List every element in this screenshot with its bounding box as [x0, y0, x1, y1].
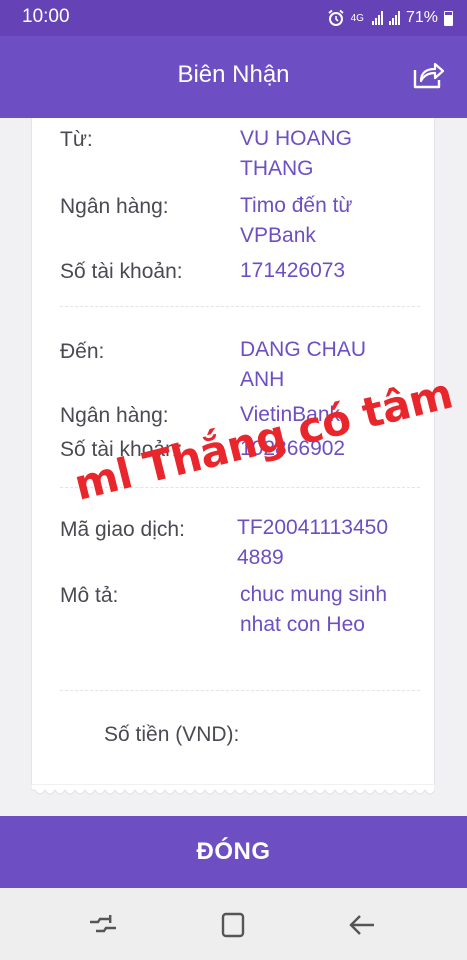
- sender-label: Từ:: [60, 128, 93, 151]
- back-icon[interactable]: [348, 912, 378, 938]
- sender-account-label: Số tài khoản:: [60, 260, 183, 283]
- close-button[interactable]: ĐÓNG: [0, 816, 467, 888]
- battery-percent: 71%: [405, 9, 438, 26]
- description: chuc mung sinh nhat con Heo: [240, 583, 388, 636]
- system-nav-bar: [0, 888, 467, 960]
- transaction-id-label: Mã giao dịch:: [60, 518, 185, 541]
- status-icons: 4G 71%: [327, 7, 453, 29]
- section-divider: [60, 306, 420, 307]
- app-header: Biên Nhận: [0, 36, 467, 118]
- signal-icon: [371, 11, 383, 25]
- sender-bank: Timo đến từ VPBank: [240, 194, 353, 247]
- sender-bank-label: Ngân hàng:: [60, 195, 169, 218]
- receipt-scallop-edge: [31, 784, 435, 795]
- receiver-label: Đến:: [60, 340, 105, 363]
- status-time: 10:00: [22, 6, 70, 27]
- page-title: Biên Nhận: [177, 61, 290, 88]
- battery-icon: [444, 10, 453, 26]
- section-divider: [60, 690, 420, 691]
- home-icon[interactable]: [218, 912, 248, 938]
- network-type: 4G: [350, 12, 364, 24]
- signal-icon-2: [388, 11, 400, 25]
- recent-apps-icon[interactable]: [88, 912, 118, 938]
- status-bar: 10:00 4G 71%: [0, 0, 467, 36]
- sender-name: VU HOANG THANG: [240, 127, 353, 180]
- receiver-bank-label: Ngân hàng:: [60, 404, 169, 427]
- alarm-icon: [328, 9, 344, 26]
- description-label: Mô tả:: [60, 584, 119, 607]
- sender-account: 171426073: [240, 259, 346, 282]
- amount-label: Số tiền (VND):: [104, 723, 240, 746]
- amount-redacted: [262, 713, 392, 763]
- transaction-id: TF20041113450 4889: [237, 516, 389, 569]
- receiver-name: DANG CHAU ANH: [240, 338, 367, 391]
- share-icon[interactable]: [411, 60, 445, 90]
